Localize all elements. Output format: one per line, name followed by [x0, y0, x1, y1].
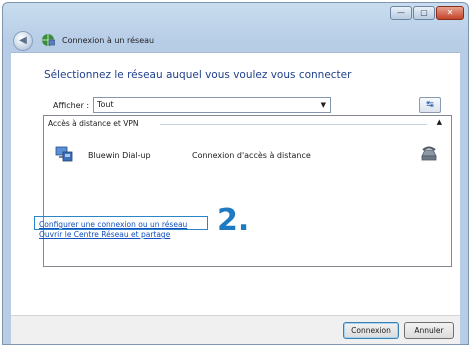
minimize-button[interactable]: — [390, 6, 412, 20]
network-icon [42, 34, 55, 46]
filter-value: Tout [97, 100, 114, 109]
collapse-icon[interactable]: ▲ [437, 118, 442, 126]
back-button[interactable]: ◀ [13, 31, 33, 51]
chevron-down-icon: ▼ [320, 101, 326, 109]
phone-icon [421, 146, 437, 161]
connect-button[interactable]: Connexion [343, 322, 399, 339]
caption-buttons: — ▢ ✕ [390, 6, 464, 20]
configure-connection-link[interactable]: Configurer une connexion ou un réseau [39, 220, 187, 229]
filter-dropdown[interactable]: Tout ▼ [93, 97, 331, 113]
window-frame: — ▢ ✕ ◀ Connexion à un réseau Sélectionn… [2, 2, 469, 345]
close-button[interactable]: ✕ [436, 6, 464, 20]
maximize-button[interactable]: ▢ [413, 6, 435, 20]
network-type: Connexion d'accès à distance [192, 151, 311, 160]
group-header: Accès à distance et VPN [48, 119, 139, 128]
window-title: Connexion à un réseau [62, 36, 155, 45]
network-name: Bluewin Dial-up [88, 151, 151, 160]
refresh-icon: ↹ [426, 100, 434, 110]
network-center-link[interactable]: Ouvrir le Centre Réseau et partage [39, 230, 170, 239]
computer-icon [55, 146, 73, 162]
page-heading: Sélectionnez le réseau auquel vous voule… [44, 69, 352, 81]
group-divider [160, 124, 427, 125]
filter-label: Afficher : [53, 101, 90, 110]
refresh-button[interactable]: ↹ [419, 97, 441, 113]
step-annotation: 2. [217, 203, 250, 238]
network-list[interactable]: Accès à distance et VPN ▲ Bluewin Dial-u… [43, 115, 452, 267]
button-bar: Connexion Annuler [11, 315, 460, 344]
content-panel: Sélectionnez le réseau auquel vous voule… [11, 52, 460, 315]
cancel-button[interactable]: Annuler [404, 322, 454, 339]
list-item[interactable]: Bluewin Dial-up Connexion d'accès à dist… [50, 142, 445, 168]
navigation-bar: ◀ Connexion à un réseau [3, 23, 468, 53]
